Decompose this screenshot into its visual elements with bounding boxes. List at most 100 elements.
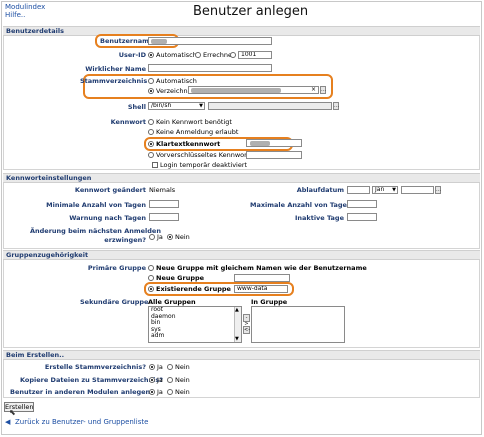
inactive-days-input[interactable]	[347, 213, 377, 221]
pw-encrypted-radio[interactable]	[148, 152, 154, 158]
force-change-no-label: Nein	[175, 233, 190, 241]
create-home-label: Erstelle Stammverzeichnis?	[44, 363, 146, 371]
primary-existing-label: Existierende Gruppe	[156, 285, 231, 293]
expiry-year-input[interactable]	[401, 186, 434, 194]
clear-icon[interactable]: ×	[311, 87, 316, 93]
help-link[interactable]: Hilfe..	[5, 11, 25, 19]
other-modules-yes-label: Ja	[157, 388, 163, 396]
primary-same-name-radio[interactable]	[148, 265, 154, 271]
chevron-down-icon: ▼	[392, 187, 396, 193]
expiry-day-input[interactable]	[347, 186, 370, 194]
primary-existing-input[interactable]: www-data	[234, 285, 288, 293]
inactive-days-label: Inaktive Tage	[294, 214, 344, 222]
move-left-button[interactable]: <-	[243, 326, 250, 334]
force-change-label-1: Änderung beim nächsten Anmelden	[30, 227, 161, 235]
userid-manual-radio[interactable]	[230, 52, 236, 58]
max-days-label: Maximale Anzahl von Tagen	[250, 201, 352, 209]
shell-browse-button[interactable]: …	[333, 102, 339, 110]
list-item[interactable]: adm	[151, 332, 241, 340]
password-label: Kennwort	[110, 118, 146, 126]
pw-encrypted-input[interactable]	[246, 151, 302, 159]
copy-files-no-radio[interactable]	[167, 377, 173, 383]
shell-other-input[interactable]	[208, 102, 332, 110]
create-home-yes-label: Ja	[157, 363, 163, 371]
other-modules-no-radio[interactable]	[167, 389, 173, 395]
home-dir-input[interactable]: ×	[188, 86, 319, 94]
back-arrow-icon[interactable]: ◀	[5, 418, 10, 426]
create-home-no-radio[interactable]	[167, 364, 173, 370]
other-modules-no-label: Nein	[175, 388, 190, 396]
force-change-yes-radio[interactable]	[149, 234, 155, 240]
pw-plain-label: Klartextkennwort	[156, 140, 221, 148]
force-change-label-2: erzwingen?	[104, 236, 146, 244]
pw-nologin-label: Keine Anmeldung erlaubt	[156, 128, 239, 136]
realname-label: Wirklicher Name	[85, 65, 146, 73]
blurred-value	[191, 88, 281, 93]
expiry-calendar-button[interactable]: …	[435, 186, 441, 194]
warn-days-label: Warnung nach Tagen	[69, 214, 146, 222]
all-groups-label: Alle Gruppen	[148, 298, 196, 306]
section-header-groups: Gruppenzugehörigkeit	[3, 250, 480, 260]
userid-auto-radio[interactable]	[148, 52, 154, 58]
shell-value: /bin/sh	[151, 102, 172, 109]
primary-existing-radio[interactable]	[148, 286, 154, 292]
home-auto-label: Automatisch	[156, 77, 197, 85]
realname-input[interactable]	[148, 64, 272, 72]
pw-nologin-radio[interactable]	[148, 129, 154, 135]
home-dir-radio[interactable]	[148, 88, 154, 94]
home-dir-browse-button[interactable]: …	[320, 86, 326, 94]
move-right-button[interactable]: ->	[243, 314, 250, 327]
expiry-month-value: Jan	[375, 186, 385, 193]
section-header-user-details: Benutzerdetails	[3, 26, 480, 36]
page-title: Benutzer anlegen	[193, 4, 309, 19]
pw-none-label: Kein Kennwort benötigt	[156, 118, 232, 126]
primary-new-input[interactable]	[234, 274, 290, 282]
primary-new-label: Neue Gruppe	[156, 274, 205, 282]
scroll-down-icon[interactable]: ▼	[235, 336, 239, 343]
create-home-yes-radio[interactable]	[149, 364, 155, 370]
expiry-label: Ablaufdatum	[296, 186, 344, 194]
module-index-link[interactable]: Modulindex	[5, 3, 45, 11]
primary-same-name-label: Neue Gruppe mit gleichem Namen wie der B…	[156, 264, 367, 272]
username-label: Benutzername	[100, 37, 154, 45]
temp-disabled-checkbox[interactable]	[152, 162, 158, 168]
in-group-listbox[interactable]	[251, 306, 345, 343]
pw-encrypted-label: Vorverschlüsseltes Kennwort	[156, 151, 250, 159]
shell-label: Shell	[127, 103, 146, 111]
mouse-cursor-icon: ⬉	[9, 408, 16, 417]
max-days-input[interactable]	[347, 200, 377, 208]
section-header-on-create: Beim Erstellen..	[3, 350, 480, 360]
in-group-label: In Gruppe	[251, 298, 288, 306]
copy-files-yes-label: Ja	[157, 376, 163, 384]
warn-days-input[interactable]	[149, 213, 179, 221]
scrollbar[interactable]: ▲ ▼	[234, 307, 241, 342]
force-change-no-radio[interactable]	[167, 234, 173, 240]
userid-calc-radio[interactable]	[195, 52, 201, 58]
primary-group-label: Primäre Gruppe	[87, 264, 146, 272]
min-days-label: Minimale Anzahl von Tagen	[46, 201, 146, 209]
scroll-up-icon[interactable]: ▲	[235, 307, 239, 314]
shell-select[interactable]: /bin/sh ▼	[148, 102, 205, 110]
home-auto-radio[interactable]	[148, 78, 154, 84]
pw-plain-radio[interactable]	[148, 141, 154, 147]
section-header-password-settings: Kennworteinstellungen	[3, 173, 480, 183]
copy-files-no-label: Nein	[175, 376, 190, 384]
blurred-value	[250, 141, 270, 146]
min-days-input[interactable]	[149, 200, 179, 208]
create-home-no-label: Nein	[175, 363, 190, 371]
username-input[interactable]	[148, 37, 272, 45]
pw-changed-value: Niemals	[149, 186, 176, 194]
expiry-month-select[interactable]: Jan ▼	[372, 186, 398, 194]
copy-files-yes-radio[interactable]	[149, 377, 155, 383]
copy-files-label: Kopiere Dateien zu Stammverzeichnis?	[20, 376, 164, 384]
pw-plain-input[interactable]	[246, 139, 302, 147]
userid-input[interactable]: 1001	[238, 51, 272, 59]
pw-none-radio[interactable]	[148, 119, 154, 125]
all-groups-listbox[interactable]: root daemon bin sys adm ▲ ▼	[148, 306, 242, 343]
secondary-group-label: Sekundäre Gruppe	[80, 298, 149, 306]
back-link[interactable]: Zurück zu Benutzer- und Gruppenliste	[15, 418, 148, 426]
force-change-yes-label: Ja	[157, 233, 163, 241]
primary-new-radio[interactable]	[148, 275, 154, 281]
other-modules-yes-radio[interactable]	[149, 389, 155, 395]
userid-auto-label: Automatisch	[156, 51, 197, 59]
